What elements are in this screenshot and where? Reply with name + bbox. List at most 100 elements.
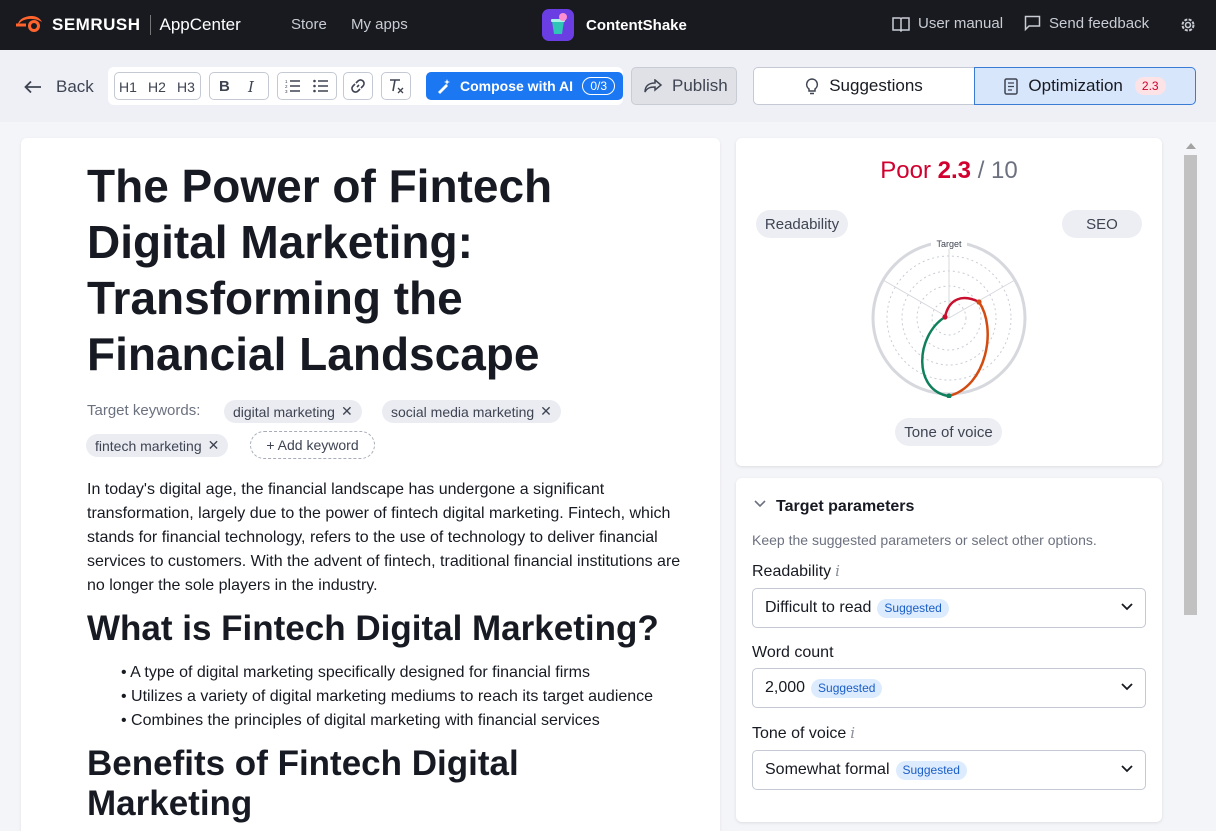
logo-divider (149, 15, 151, 35)
article-title[interactable]: The Power of Fintech Digital Marketing: … (87, 158, 667, 382)
readability-label-text: Readability (752, 563, 832, 580)
compose-with-ai-button[interactable]: Compose with AI 0/3 (426, 72, 623, 100)
intro-paragraph[interactable]: In today's digital age, the financial la… (87, 478, 697, 598)
compose-count-badge: 0/3 (582, 77, 615, 95)
keyword-chip: fintech marketing ✕ (86, 434, 229, 457)
tab-suggestions[interactable]: Suggestions (753, 67, 975, 105)
settings-gear-icon[interactable] (1179, 16, 1197, 34)
remove-keyword-icon[interactable]: ✕ (540, 403, 552, 420)
tone-field-label: Tone of voice i (752, 724, 855, 743)
keyword-text: fintech marketing (95, 437, 202, 454)
share-arrow-icon (644, 79, 662, 93)
section-heading[interactable]: Benefits of Fintech Digital Marketing (87, 744, 607, 824)
optimization-label: Optimization (1028, 76, 1123, 95)
word-count-select[interactable]: 2,000 Suggested (752, 668, 1146, 708)
optimization-score-badge: 2.3 (1134, 77, 1166, 95)
list-group: 123 (277, 72, 337, 100)
readability-value: Difficult to read (765, 599, 872, 616)
back-button[interactable]: Back (24, 77, 94, 97)
chevron-down-icon (1121, 603, 1133, 611)
readability-field-label: Readability i (752, 562, 840, 581)
editor-canvas[interactable]: The Power of Fintech Digital Marketing: … (21, 138, 720, 831)
user-manual-label: User manual (918, 15, 1004, 32)
user-manual-link[interactable]: User manual (892, 15, 1003, 32)
target-label: Target (936, 239, 962, 249)
list-item[interactable]: Utilizes a variety of digital marketing … (121, 685, 653, 709)
suggestions-label: Suggestions (829, 76, 923, 95)
text-style-group (209, 72, 269, 100)
keyword-chip: digital marketing ✕ (224, 400, 362, 423)
book-icon (892, 16, 910, 32)
clear-format-icon (390, 79, 404, 94)
content-score-panel: Poor 2.3 / 10 Readability SEO Tone of vo… (736, 138, 1162, 466)
keywords-label: Target keywords: (87, 402, 201, 419)
publish-button[interactable]: Publish (631, 67, 737, 105)
magic-wand-icon (438, 79, 450, 94)
svg-text:3: 3 (285, 89, 288, 93)
scroll-up-arrow-icon[interactable] (1186, 143, 1196, 149)
score-summary: Poor 2.3 / 10 (736, 157, 1162, 185)
bullet-list-icon[interactable] (313, 79, 329, 93)
remove-keyword-icon[interactable]: ✕ (341, 403, 353, 420)
score-value: 2.3 (937, 157, 972, 184)
list-item[interactable]: Combines the principles of digital marke… (121, 709, 653, 733)
section-heading[interactable]: What is Fintech Digital Marketing? (87, 609, 659, 649)
bold-button[interactable]: B (219, 78, 230, 95)
tone-axis-label[interactable]: Tone of voice (895, 418, 1002, 446)
tone-value: Somewhat formal (765, 761, 890, 778)
brand-name: SEMRUSH (52, 15, 141, 34)
chevron-down-icon (1121, 765, 1133, 773)
bullet-list: A type of digital marketing specifically… (121, 661, 653, 733)
list-item[interactable]: A type of digital marketing specifically… (121, 661, 653, 685)
ordered-list-icon[interactable]: 123 (285, 79, 301, 93)
link-icon (351, 79, 365, 93)
word-count-label: Word count (752, 644, 834, 661)
italic-button[interactable]: I (248, 78, 254, 96)
scrollbar-thumb[interactable] (1184, 155, 1197, 615)
tab-optimization[interactable]: Optimization 2.3 (974, 67, 1196, 105)
readability-select[interactable]: Difficult to read Suggested (752, 588, 1146, 628)
suggested-badge: Suggested (811, 678, 883, 698)
send-feedback-link[interactable]: Send feedback (1024, 15, 1149, 32)
contentshake-app-icon (542, 9, 574, 41)
info-icon[interactable]: i (835, 562, 840, 580)
word-count-value: 2,000 (765, 679, 806, 696)
link-button[interactable] (343, 72, 373, 100)
readability-axis-label[interactable]: Readability (756, 210, 848, 238)
tone-label-text: Tone of voice (752, 725, 847, 742)
params-description: Keep the suggested parameters or select … (752, 532, 1097, 548)
chevron-down-icon (1121, 683, 1133, 691)
app-name: ContentShake (586, 16, 687, 34)
lightbulb-icon (806, 77, 819, 94)
add-keyword-button[interactable]: + Add keyword (250, 431, 375, 459)
heading-1-button[interactable]: H1 (119, 79, 137, 95)
suggested-badge: Suggested (895, 760, 967, 780)
semrush-flame-icon (16, 16, 42, 32)
score-radar-chart: Target (871, 238, 1027, 398)
info-icon[interactable]: i (850, 724, 855, 742)
compose-label: Compose with AI (460, 78, 574, 94)
keyword-text: digital marketing (233, 403, 335, 420)
document-icon (1004, 77, 1019, 95)
clear-format-button[interactable] (381, 72, 411, 100)
collapse-chevron-icon[interactable] (754, 500, 766, 508)
seo-axis-label[interactable]: SEO (1062, 210, 1142, 238)
arrow-left-icon (24, 80, 41, 94)
feedback-icon (1024, 15, 1041, 32)
score-rating: Poor (880, 157, 931, 184)
app-header: ContentShake (542, 9, 687, 41)
params-title[interactable]: Target parameters (776, 498, 914, 516)
heading-3-button[interactable]: H3 (177, 79, 195, 95)
nav-my-apps[interactable]: My apps (351, 16, 408, 33)
tone-select[interactable]: Somewhat formal Suggested (752, 750, 1146, 790)
score-max: / 10 (977, 157, 1018, 184)
nav-store[interactable]: Store (291, 16, 327, 33)
remove-keyword-icon[interactable]: ✕ (208, 437, 220, 454)
keyword-chip: social media marketing ✕ (382, 400, 561, 423)
keyword-text: social media marketing (391, 403, 535, 420)
send-feedback-label: Send feedback (1049, 15, 1150, 32)
semrush-logo[interactable]: SEMRUSH AppCenter (16, 13, 241, 37)
back-label: Back (56, 77, 94, 96)
product-name: AppCenter (159, 15, 241, 34)
heading-2-button[interactable]: H2 (148, 79, 166, 95)
